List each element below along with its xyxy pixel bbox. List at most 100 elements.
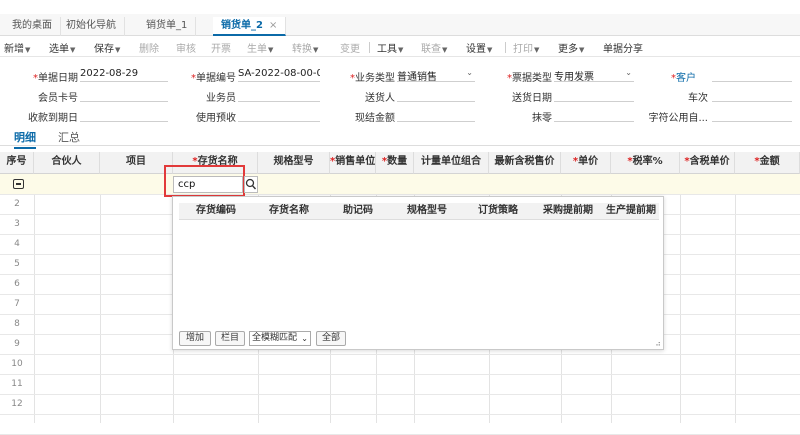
column-header[interactable]: *数量	[376, 152, 414, 174]
chevron-down-icon: ▼	[313, 46, 319, 54]
grid-row-line	[0, 414, 800, 415]
row-number: 3	[14, 219, 20, 229]
column-header[interactable]: *单价	[561, 152, 611, 174]
chevron-down-icon: ▼	[25, 46, 31, 54]
tab-init-nav[interactable]: 初始化导航	[58, 17, 125, 36]
vehicle-label: 车次	[688, 93, 708, 104]
column-header[interactable]: *销售单位	[330, 152, 376, 174]
vehicle-field[interactable]	[712, 88, 792, 102]
duedate-label: 收款到期日	[28, 113, 78, 124]
billtype-select[interactable]: 专用发票 ⌄	[554, 68, 634, 82]
popup-column-header[interactable]: 规格型号	[391, 203, 463, 220]
column-header[interactable]: 项目	[100, 152, 173, 174]
tab-detail[interactable]: 明细	[14, 129, 36, 149]
tools-button[interactable]: 工具▼	[377, 40, 403, 55]
grid-row-line	[0, 354, 800, 355]
add-button[interactable]: 增加	[179, 331, 211, 346]
chevron-down-icon: ▼	[115, 46, 121, 54]
row-number: 12	[11, 399, 23, 409]
inventory-reference-popup: 增加 栏目 全模糊匹配 ⌄ 全部 ⠴ 存货编码 存货名称 助记码 规格型号 订货策略 采购提…	[172, 196, 664, 350]
deliverydate-label: 送货日期	[512, 93, 552, 104]
prepay-label: 使用预收	[196, 113, 236, 124]
tab-sales-2[interactable]: 销货单_2 ×	[213, 17, 287, 36]
print-button[interactable]: 打印▼	[513, 40, 539, 55]
tab-summary[interactable]: 汇总	[58, 129, 80, 145]
round-field[interactable]	[554, 108, 634, 122]
grid-column-divider	[34, 174, 35, 423]
document-tabs: 我的桌面 初始化导航 销货单_1 销货单_2 ×	[0, 14, 800, 36]
invoice-button[interactable]: 开票	[211, 40, 231, 55]
popup-column-header[interactable]: 订货策略	[463, 203, 533, 220]
column-header[interactable]: 序号	[0, 152, 34, 174]
resize-grip-icon[interactable]: ⠴	[655, 339, 661, 348]
column-header[interactable]: *税率%	[611, 152, 680, 174]
row-number: 6	[14, 279, 20, 289]
share-button[interactable]: 单据分享	[603, 40, 643, 55]
popup-column-header[interactable]: 采购提前期	[533, 203, 603, 220]
prepay-field[interactable]	[238, 108, 320, 122]
match-mode-select[interactable]: 全模糊匹配 ⌄	[249, 331, 311, 346]
grid-row-line	[0, 194, 800, 195]
row-number: 9	[14, 339, 20, 349]
column-header[interactable]: 合伙人	[34, 152, 100, 174]
card-field[interactable]	[80, 88, 168, 102]
salesman-label: 业务员	[206, 93, 236, 104]
date-field[interactable]: 2022-08-29	[80, 68, 168, 82]
chevron-down-icon: ⌄	[466, 68, 473, 77]
search-icon[interactable]	[244, 176, 258, 193]
all-button[interactable]: 全部	[316, 331, 346, 346]
change-button[interactable]: 变更	[340, 40, 360, 55]
duedate-field[interactable]	[80, 108, 168, 122]
popup-column-header[interactable]: 存货编码	[179, 203, 253, 220]
salesman-field[interactable]	[238, 88, 320, 102]
detail-tabs: 明细 汇总	[0, 126, 800, 149]
column-header[interactable]: 计量单位组合	[414, 152, 489, 174]
chevron-down-icon: ⌄	[301, 334, 308, 343]
settings-button[interactable]: 设置▼	[466, 40, 492, 55]
deliverydate-field[interactable]	[554, 88, 634, 102]
grid-column-divider	[680, 174, 681, 423]
customer-label[interactable]: *客户	[664, 69, 696, 84]
generate-button[interactable]: 生单▼	[247, 40, 273, 55]
row-number: 8	[14, 319, 20, 329]
audit-button[interactable]: 审核	[176, 40, 196, 55]
toolbar-divider	[369, 42, 370, 53]
customer-field[interactable]	[712, 68, 792, 82]
column-header[interactable]: 最新含税售价	[489, 152, 561, 174]
grid-column-divider	[100, 174, 101, 423]
charpublic-label: 字符公用自...	[648, 113, 708, 124]
grid-row-line	[0, 374, 800, 375]
popup-column-header[interactable]: 生产提前期	[603, 203, 659, 220]
chevron-down-icon: ▼	[534, 46, 540, 54]
docno-field[interactable]: SA-2022-08-00-0...	[238, 68, 320, 82]
close-icon[interactable]: ×	[269, 20, 277, 31]
new-button[interactable]: 新增▼	[4, 40, 30, 55]
inventory-name-input[interactable]: ccp	[173, 176, 243, 193]
delete-button[interactable]: 删除	[139, 40, 159, 55]
column-header[interactable]: *金额	[735, 152, 800, 174]
shipper-field[interactable]	[397, 88, 475, 102]
tab-sales-1[interactable]: 销货单_1	[138, 17, 197, 36]
chevron-down-icon: ▼	[268, 46, 274, 54]
biztype-select[interactable]: 普通销售 ⌄	[397, 68, 475, 82]
row-number: 5	[14, 259, 20, 269]
charpublic-field[interactable]	[712, 108, 792, 122]
column-header[interactable]: *含税单价	[680, 152, 735, 174]
popup-column-header[interactable]: 助记码	[325, 203, 391, 220]
popup-column-header[interactable]: 存货名称	[253, 203, 325, 220]
row-edit-icon[interactable]	[13, 179, 24, 189]
row-number: 10	[11, 359, 23, 369]
tab-desktop[interactable]: 我的桌面	[4, 17, 61, 36]
convert-button[interactable]: 转换▼	[292, 40, 318, 55]
select-button[interactable]: 选单▼	[49, 40, 75, 55]
columns-button[interactable]: 栏目	[215, 331, 245, 346]
link-button[interactable]: 联查▼	[421, 40, 447, 55]
chevron-down-icon: ⌄	[625, 68, 632, 77]
chevron-down-icon: ▼	[398, 46, 404, 54]
column-header[interactable]: 规格型号	[258, 152, 330, 174]
cash-field[interactable]	[397, 108, 475, 122]
more-button[interactable]: 更多▼	[558, 40, 584, 55]
table-row-active[interactable]	[0, 174, 800, 194]
card-label: 会员卡号	[38, 93, 78, 104]
save-button[interactable]: 保存▼	[94, 40, 120, 55]
